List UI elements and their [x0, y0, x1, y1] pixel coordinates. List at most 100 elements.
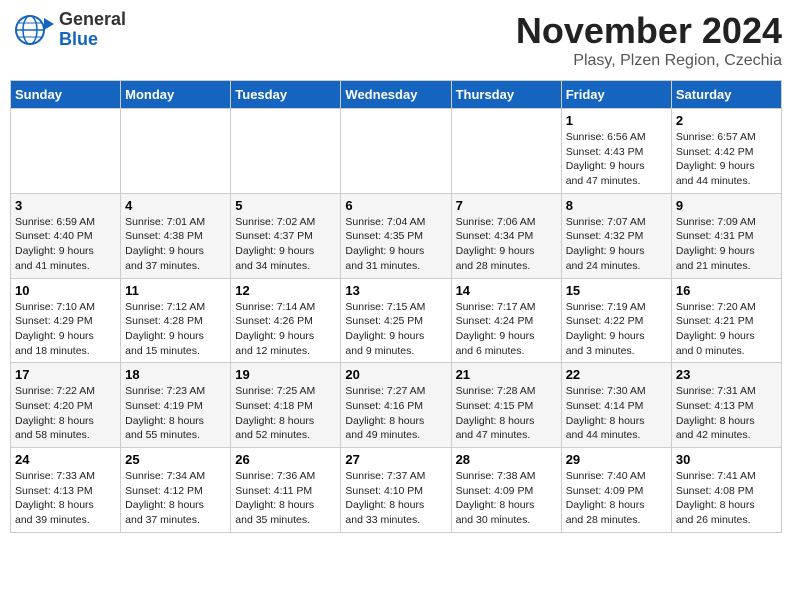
day-info: Sunrise: 7:10 AM Sunset: 4:29 PM Dayligh…	[15, 300, 116, 359]
day-info: Sunrise: 7:40 AM Sunset: 4:09 PM Dayligh…	[566, 469, 667, 528]
calendar-cell: 7 Sunrise: 7:06 AM Sunset: 4:34 PM Daylig…	[451, 193, 561, 278]
calendar-cell: 1 Sunrise: 6:56 AM Sunset: 4:43 PM Daylig…	[561, 109, 671, 194]
day-number: 10	[15, 283, 116, 298]
day-info: Sunrise: 7:20 AM Sunset: 4:21 PM Dayligh…	[676, 300, 777, 359]
day-info: Sunrise: 7:34 AM Sunset: 4:12 PM Dayligh…	[125, 469, 226, 528]
day-info: Sunrise: 7:12 AM Sunset: 4:28 PM Dayligh…	[125, 300, 226, 359]
day-number: 20	[345, 367, 446, 382]
calendar-cell: 17Sunrise: 7:22 AM Sunset: 4:20 PM Dayli…	[11, 363, 121, 448]
day-number: 11	[125, 283, 226, 298]
day-number: 3	[15, 198, 116, 213]
calendar-header-row: SundayMondayTuesdayWednesdayThursdayFrid…	[11, 81, 782, 109]
calendar-cell: 2 Sunrise: 6:57 AM Sunset: 4:42 PM Daylig…	[671, 109, 781, 194]
calendar-cell: 26 Sunrise: 7:36 AM Sunset: 4:11 PM Dayli…	[231, 448, 341, 533]
calendar-cell: 21 Sunrise: 7:28 AM Sunset: 4:15 PM Dayli…	[451, 363, 561, 448]
day-info: Sunrise: 7:41 AM Sunset: 4:08 PM Dayligh…	[676, 469, 777, 528]
day-number: 19	[235, 367, 336, 382]
day-info: Sunrise: 6:59 AM Sunset: 4:40 PM Dayligh…	[15, 215, 116, 274]
day-number: 24	[15, 452, 116, 467]
calendar-header-friday: Friday	[561, 81, 671, 109]
day-number: 26	[235, 452, 336, 467]
day-info: Sunrise: 7:06 AM Sunset: 4:34 PM Dayligh…	[456, 215, 557, 274]
calendar-cell: 27Sunrise: 7:37 AM Sunset: 4:10 PM Dayli…	[341, 448, 451, 533]
day-number: 2	[676, 113, 777, 128]
day-number: 27	[345, 452, 446, 467]
day-info: Sunrise: 7:15 AM Sunset: 4:25 PM Dayligh…	[345, 300, 446, 359]
calendar-cell: 12 Sunrise: 7:14 AM Sunset: 4:26 PM Dayli…	[231, 278, 341, 363]
calendar-cell: 25 Sunrise: 7:34 AM Sunset: 4:12 PM Dayli…	[121, 448, 231, 533]
calendar-header-sunday: Sunday	[11, 81, 121, 109]
day-number: 5	[235, 198, 336, 213]
day-number: 7	[456, 198, 557, 213]
day-number: 16	[676, 283, 777, 298]
calendar-cell	[341, 109, 451, 194]
day-info: Sunrise: 7:02 AM Sunset: 4:37 PM Dayligh…	[235, 215, 336, 274]
calendar-cell: 24 Sunrise: 7:33 AM Sunset: 4:13 PM Dayli…	[11, 448, 121, 533]
calendar-cell	[231, 109, 341, 194]
calendar-header-saturday: Saturday	[671, 81, 781, 109]
location-text: Plasy, Plzen Region, Czechia	[516, 52, 782, 70]
day-info: Sunrise: 7:36 AM Sunset: 4:11 PM Dayligh…	[235, 469, 336, 528]
day-number: 13	[345, 283, 446, 298]
logo-general-text: General	[59, 10, 126, 30]
day-number: 14	[456, 283, 557, 298]
day-info: Sunrise: 7:22 AM Sunset: 4:20 PM Dayligh…	[15, 384, 116, 443]
day-number: 21	[456, 367, 557, 382]
day-number: 4	[125, 198, 226, 213]
day-number: 1	[566, 113, 667, 128]
day-info: Sunrise: 7:31 AM Sunset: 4:13 PM Dayligh…	[676, 384, 777, 443]
calendar-cell: 30 Sunrise: 7:41 AM Sunset: 4:08 PM Dayli…	[671, 448, 781, 533]
day-info: Sunrise: 6:57 AM Sunset: 4:42 PM Dayligh…	[676, 130, 777, 189]
logo-text: General Blue	[59, 10, 126, 50]
day-number: 30	[676, 452, 777, 467]
calendar-cell: 13 Sunrise: 7:15 AM Sunset: 4:25 PM Dayli…	[341, 278, 451, 363]
calendar-cell: 14 Sunrise: 7:17 AM Sunset: 4:24 PM Dayli…	[451, 278, 561, 363]
logo-blue-text: Blue	[59, 30, 126, 50]
day-info: Sunrise: 7:38 AM Sunset: 4:09 PM Dayligh…	[456, 469, 557, 528]
header: General Blue November 2024 Plasy, Plzen …	[10, 10, 782, 70]
day-number: 12	[235, 283, 336, 298]
day-number: 8	[566, 198, 667, 213]
day-info: Sunrise: 7:17 AM Sunset: 4:24 PM Dayligh…	[456, 300, 557, 359]
calendar-cell: 23 Sunrise: 7:31 AM Sunset: 4:13 PM Dayli…	[671, 363, 781, 448]
day-number: 29	[566, 452, 667, 467]
calendar-cell: 5 Sunrise: 7:02 AM Sunset: 4:37 PM Daylig…	[231, 193, 341, 278]
day-number: 23	[676, 367, 777, 382]
day-number: 22	[566, 367, 667, 382]
day-info: Sunrise: 7:09 AM Sunset: 4:31 PM Dayligh…	[676, 215, 777, 274]
day-info: Sunrise: 6:56 AM Sunset: 4:43 PM Dayligh…	[566, 130, 667, 189]
calendar-header-thursday: Thursday	[451, 81, 561, 109]
logo: General Blue	[10, 10, 126, 50]
calendar-table: SundayMondayTuesdayWednesdayThursdayFrid…	[10, 80, 782, 533]
calendar-cell: 28Sunrise: 7:38 AM Sunset: 4:09 PM Dayli…	[451, 448, 561, 533]
calendar-cell: 3 Sunrise: 6:59 AM Sunset: 4:40 PM Daylig…	[11, 193, 121, 278]
day-info: Sunrise: 7:25 AM Sunset: 4:18 PM Dayligh…	[235, 384, 336, 443]
day-info: Sunrise: 7:19 AM Sunset: 4:22 PM Dayligh…	[566, 300, 667, 359]
day-number: 15	[566, 283, 667, 298]
calendar-cell	[11, 109, 121, 194]
day-info: Sunrise: 7:30 AM Sunset: 4:14 PM Dayligh…	[566, 384, 667, 443]
calendar-cell	[451, 109, 561, 194]
calendar-cell: 4Sunrise: 7:01 AM Sunset: 4:38 PM Daylig…	[121, 193, 231, 278]
day-info: Sunrise: 7:07 AM Sunset: 4:32 PM Dayligh…	[566, 215, 667, 274]
day-number: 18	[125, 367, 226, 382]
day-number: 25	[125, 452, 226, 467]
calendar-week-row: 17Sunrise: 7:22 AM Sunset: 4:20 PM Dayli…	[11, 363, 782, 448]
day-info: Sunrise: 7:33 AM Sunset: 4:13 PM Dayligh…	[15, 469, 116, 528]
calendar-cell: 15 Sunrise: 7:19 AM Sunset: 4:22 PM Dayli…	[561, 278, 671, 363]
calendar-cell: 19 Sunrise: 7:25 AM Sunset: 4:18 PM Dayli…	[231, 363, 341, 448]
calendar-cell: 29 Sunrise: 7:40 AM Sunset: 4:09 PM Dayli…	[561, 448, 671, 533]
calendar-header-wednesday: Wednesday	[341, 81, 451, 109]
title-area: November 2024 Plasy, Plzen Region, Czech…	[516, 10, 782, 70]
calendar-week-row: 10 Sunrise: 7:10 AM Sunset: 4:29 PM Dayli…	[11, 278, 782, 363]
day-info: Sunrise: 7:28 AM Sunset: 4:15 PM Dayligh…	[456, 384, 557, 443]
day-info: Sunrise: 7:14 AM Sunset: 4:26 PM Dayligh…	[235, 300, 336, 359]
day-number: 9	[676, 198, 777, 213]
calendar-header-monday: Monday	[121, 81, 231, 109]
calendar-cell: 8 Sunrise: 7:07 AM Sunset: 4:32 PM Daylig…	[561, 193, 671, 278]
calendar-cell: 11 Sunrise: 7:12 AM Sunset: 4:28 PM Dayli…	[121, 278, 231, 363]
calendar-cell: 20Sunrise: 7:27 AM Sunset: 4:16 PM Dayli…	[341, 363, 451, 448]
day-info: Sunrise: 7:04 AM Sunset: 4:35 PM Dayligh…	[345, 215, 446, 274]
calendar-cell: 10 Sunrise: 7:10 AM Sunset: 4:29 PM Dayli…	[11, 278, 121, 363]
calendar-week-row: 1 Sunrise: 6:56 AM Sunset: 4:43 PM Daylig…	[11, 109, 782, 194]
